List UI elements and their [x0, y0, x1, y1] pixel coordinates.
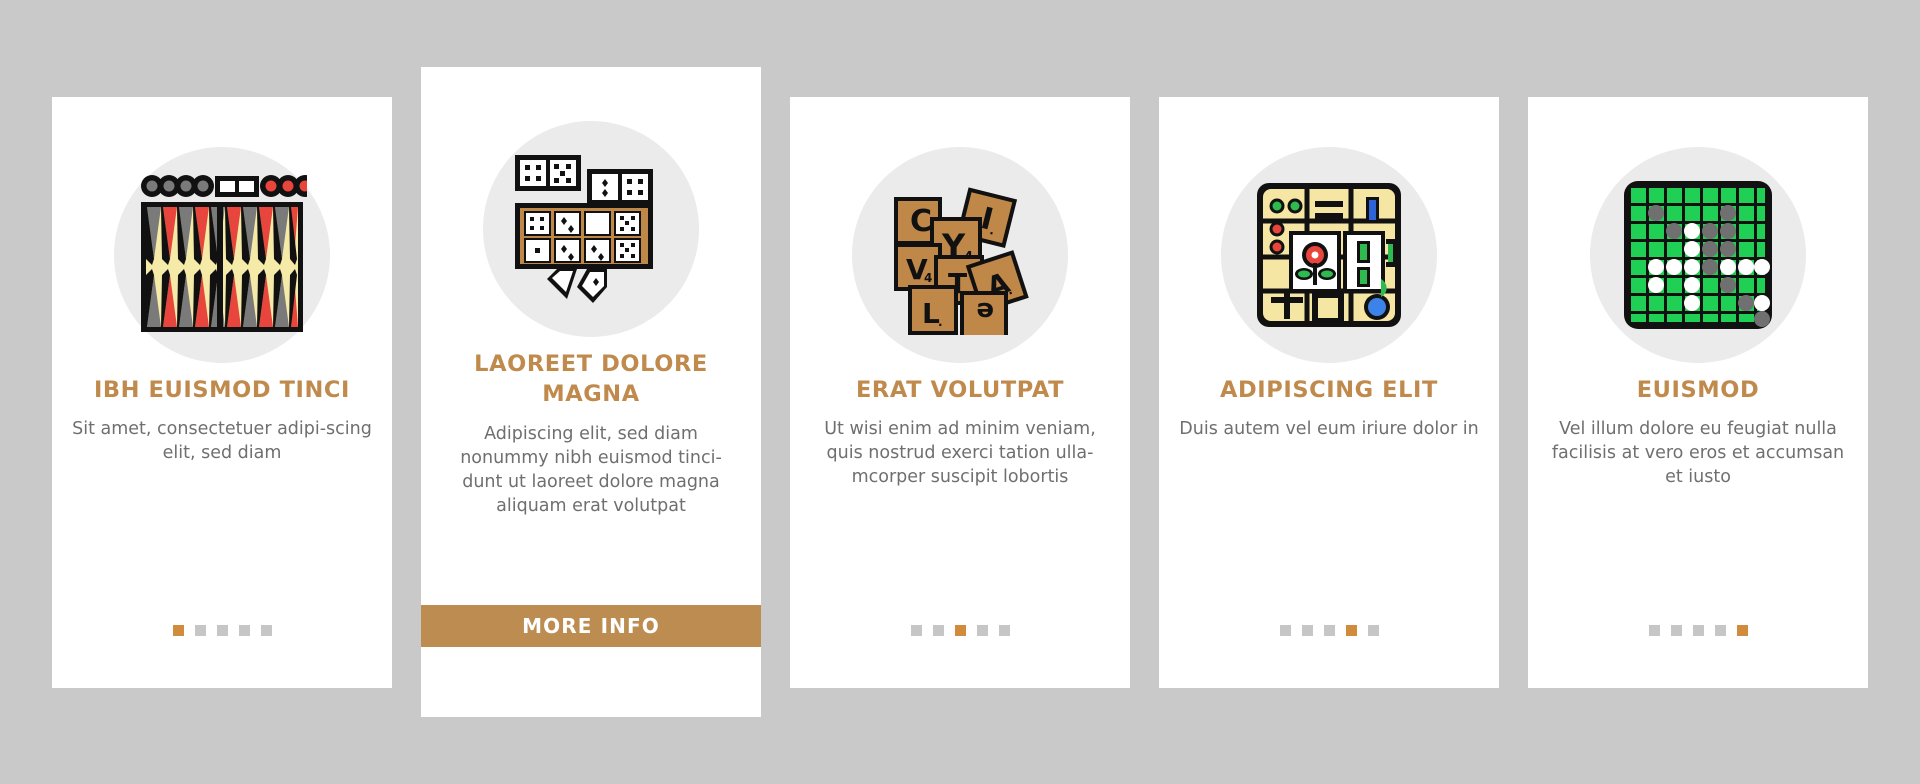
pagination-dot-2[interactable] — [194, 624, 206, 636]
pagination-dot-4[interactable] — [1714, 624, 1726, 636]
pagination-dot-2[interactable] — [1301, 624, 1313, 636]
pagination-dot-4[interactable] — [1345, 624, 1357, 636]
card-4-pagination[interactable] — [1159, 624, 1499, 636]
card-title: EUISMOD — [1636, 376, 1760, 403]
onboarding-card-4[interactable]: ADIPISCING ELIT Duis autem vel eum iriur… — [1159, 96, 1499, 688]
card-4-icon-area — [1219, 145, 1439, 365]
onboarding-card-2[interactable]: LAOREET DOLORE MAGNA Adipiscing elit, se… — [421, 67, 761, 717]
onboarding-card-3[interactable]: C I . Y 4 — [790, 96, 1130, 688]
pagination-dot-3[interactable] — [954, 624, 966, 636]
svg-text:4: 4 — [924, 271, 932, 285]
card-3-icon-area: C I . Y 4 — [850, 145, 1070, 365]
onboarding-card-1[interactable]: IBH EUISMOD TINCI Sit amet, consectetuer… — [52, 96, 392, 688]
pagination-dot-4[interactable] — [976, 624, 988, 636]
onboarding-card-5[interactable]: EUISMOD Vel illum dolore eu feugiat null… — [1528, 96, 1868, 688]
dominoes-tray-icon — [514, 154, 653, 303]
card-3-pagination[interactable] — [790, 624, 1130, 636]
card-2-icon-area — [481, 119, 701, 339]
scrabble-tiles-icon: C I . Y 4 — [894, 186, 1029, 335]
card-description: Adipiscing elit, sed diam nonummy nibh e… — [460, 423, 722, 516]
card-1-pagination[interactable] — [52, 624, 392, 636]
card-title: IBH EUISMOD TINCI — [93, 376, 351, 403]
pagination-dot-5[interactable] — [1736, 624, 1748, 636]
more-info-button[interactable]: MORE INFO — [421, 605, 761, 647]
card-5-icon-area — [1588, 145, 1808, 365]
svg-text:e: e — [976, 296, 994, 326]
pagination-dot-2[interactable] — [932, 624, 944, 636]
pagination-dot-1[interactable] — [1648, 624, 1660, 636]
pagination-dot-3[interactable] — [216, 624, 228, 636]
mahjong-tiles-icon — [1257, 182, 1401, 327]
card-title: ERAT VOLUTPAT — [855, 376, 1065, 403]
pagination-dot-3[interactable] — [1323, 624, 1335, 636]
card-2-text: LAOREET DOLORE MAGNA Adipiscing elit, se… — [441, 349, 741, 519]
card-5-text: EUISMOD Vel illum dolore eu feugiat null… — [1548, 375, 1848, 490]
card-5-pagination[interactable] — [1528, 624, 1868, 636]
card-3-text: ERAT VOLUTPAT Ut wisi enim ad minim veni… — [810, 375, 1110, 490]
card-1-text: IBH EUISMOD TINCI Sit amet, consectetuer… — [72, 375, 372, 466]
pagination-dot-1[interactable] — [172, 624, 184, 636]
card-description: Duis autem vel eum iriure dolor in — [1179, 418, 1479, 439]
card-title: ADIPISCING ELIT — [1220, 376, 1438, 403]
pagination-dot-2[interactable] — [1670, 624, 1682, 636]
backgammon-board-icon — [141, 174, 307, 332]
card-4-text: ADIPISCING ELIT Duis autem vel eum iriur… — [1179, 375, 1479, 442]
card-description: Sit amet, consectetuer adipi-scing elit,… — [72, 418, 372, 463]
onboarding-card-row: IBH EUISMOD TINCI Sit amet, consectetuer… — [0, 0, 1920, 784]
othello-reversi-board-icon — [1624, 180, 1772, 329]
pagination-dot-1[interactable] — [910, 624, 922, 636]
card-1-icon-area — [112, 145, 332, 365]
pagination-dot-3[interactable] — [1692, 624, 1704, 636]
pagination-dot-1[interactable] — [1279, 624, 1291, 636]
pagination-dot-5[interactable] — [1367, 624, 1379, 636]
card-description: Vel illum dolore eu feugiat nulla facili… — [1551, 418, 1845, 487]
pagination-dot-5[interactable] — [998, 624, 1010, 636]
card-description: Ut wisi enim ad minim veniam, quis nostr… — [824, 418, 1096, 487]
card-title: LAOREET DOLORE MAGNA — [474, 351, 708, 408]
svg-text:.: . — [938, 315, 943, 329]
pagination-dot-5[interactable] — [260, 624, 272, 636]
svg-text:C: C — [910, 204, 932, 239]
pagination-dot-4[interactable] — [238, 624, 250, 636]
